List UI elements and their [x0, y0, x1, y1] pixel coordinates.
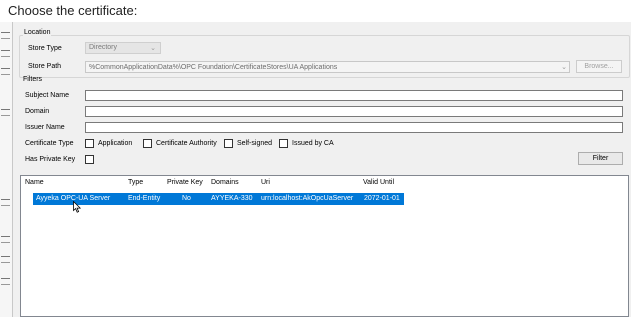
domain-label: Domain	[25, 108, 50, 115]
store-type-label: Store Type	[28, 45, 62, 52]
location-group-label: Location	[23, 29, 52, 36]
chevron-down-icon: ⌄	[150, 45, 156, 52]
cell-type: End-Entity	[128, 195, 161, 202]
certificate-authority-checkbox-label: Certificate Authority	[156, 140, 217, 147]
background-text-fragment	[1, 199, 10, 206]
page-title: Choose the certificate:	[8, 3, 138, 18]
cell-domains: AYYEKA-330	[211, 195, 253, 202]
has-private-key-label: Has Private Key	[25, 156, 76, 163]
background-text-fragment	[1, 109, 10, 116]
subject-name-input[interactable]	[85, 90, 623, 101]
column-header-domains[interactable]: Domains	[211, 179, 239, 186]
browse-button[interactable]: Browse...	[576, 60, 622, 73]
chevron-down-icon: ⌄	[561, 64, 567, 71]
store-type-value: Directory	[89, 44, 118, 51]
column-header-uri[interactable]: Uri	[261, 179, 270, 186]
issuer-name-label: Issuer Name	[25, 124, 65, 131]
certificate-dialog: Location Store Type Directory ⌄ Store Pa…	[12, 22, 631, 317]
filter-button[interactable]: Filter	[578, 152, 623, 165]
background-text-fragment	[1, 278, 10, 285]
application-checkbox-label: Application	[98, 140, 133, 147]
background-text-fragment	[1, 236, 10, 243]
cell-private-key: No	[182, 195, 191, 202]
store-path-value: %CommonApplicationData%\OPC Foundation\C…	[89, 64, 338, 71]
issuer-name-input[interactable]	[85, 122, 623, 133]
certificate-type-label: Certificate Type	[25, 140, 74, 147]
store-type-select[interactable]: Directory ⌄	[85, 42, 161, 54]
cell-uri: urn:localhost:AkOpcUaServer	[261, 195, 354, 202]
subject-name-label: Subject Name	[25, 92, 69, 99]
filters-group-label: Filters	[23, 76, 43, 83]
table-row[interactable]: Ayyeka OPC-UA Server End-Entity No AYYEK…	[33, 193, 404, 205]
certificate-authority-checkbox[interactable]	[143, 139, 152, 148]
domain-input[interactable]	[85, 106, 623, 117]
page: Choose the certificate: Location Store T…	[0, 0, 631, 317]
application-checkbox[interactable]	[85, 139, 94, 148]
store-path-field[interactable]: %CommonApplicationData%\OPC Foundation\C…	[85, 61, 570, 73]
column-header-private-key[interactable]: Private Key	[167, 179, 203, 186]
has-private-key-checkbox[interactable]	[85, 155, 94, 164]
self-signed-checkbox-label: Self-signed	[237, 140, 273, 147]
store-path-label: Store Path	[28, 63, 62, 70]
issued-by-ca-checkbox-label: Issued by CA	[292, 140, 334, 147]
column-header-valid-until[interactable]: Valid Until	[363, 179, 394, 186]
background-text-fragment	[1, 50, 10, 57]
certificate-list[interactable]: Name Type Private Key Domains Uri Valid …	[20, 175, 629, 317]
mouse-pointer-icon	[73, 201, 81, 213]
issued-by-ca-checkbox[interactable]	[279, 139, 288, 148]
column-header-name[interactable]: Name	[25, 179, 44, 186]
background-text-fragment	[1, 68, 10, 75]
background-text-fragment	[1, 256, 10, 263]
cell-valid-until: 2072-01-01	[364, 195, 400, 202]
column-header-type[interactable]: Type	[128, 179, 143, 186]
background-text-fragment	[1, 32, 10, 39]
self-signed-checkbox[interactable]	[224, 139, 233, 148]
